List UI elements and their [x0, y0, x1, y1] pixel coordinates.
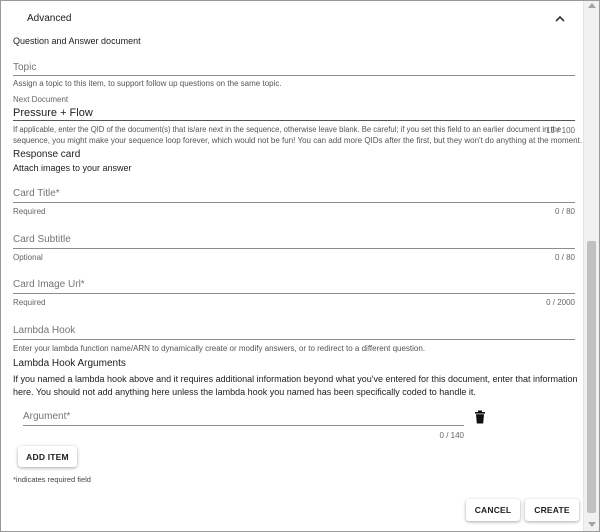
lambda-args-desc-line2: here. You should not add anything here u… — [13, 387, 476, 397]
lambda-hook-input[interactable]: Lambda Hook — [13, 322, 575, 342]
lambda-args-description: If you named a lambda hook above and it … — [13, 373, 578, 399]
card-title-input[interactable]: Card Title* — [13, 185, 575, 205]
topic-input[interactable]: Topic — [13, 59, 575, 77]
card-image-url-counter: 0 / 2000 — [546, 298, 575, 307]
required-note: *indicates required field — [13, 475, 91, 484]
card-title-label: Card Title* — [13, 188, 60, 199]
lambda-args-desc-line1: If you named a lambda hook above and it … — [13, 374, 578, 384]
card-title-counter: 0 / 80 — [554, 207, 575, 216]
next-document-helper-line1: If applicable, enter the QID of the docu… — [13, 125, 562, 134]
topic-helper: Assign a topic to this item, to support … — [13, 79, 282, 88]
next-document-value: Pressure + Flow — [13, 107, 93, 119]
card-title-underline — [13, 202, 575, 203]
card-image-url-label: Card Image Url* — [13, 279, 85, 290]
argument-input[interactable]: Argument* — [23, 409, 464, 427]
topic-underline — [13, 75, 575, 76]
next-document-counter: 15 / 100 — [546, 126, 575, 135]
scroll-down-arrow-icon[interactable] — [588, 522, 596, 527]
next-document-label: Next Document — [13, 95, 69, 104]
topic-label: Topic — [13, 62, 37, 73]
add-item-button[interactable]: ADD ITEM — [18, 446, 77, 467]
dialog-frame: Advanced Question and Answer document To… — [0, 0, 600, 532]
card-subtitle-input[interactable]: Card Subtitle — [13, 231, 575, 251]
next-document-helper: If applicable, enter the QID of the docu… — [13, 125, 582, 146]
next-document-input[interactable]: Pressure + Flow — [13, 105, 575, 121]
argument-label: Argument* — [23, 411, 71, 422]
argument-counter: 0 / 140 — [439, 431, 464, 440]
lambda-hook-underline — [13, 339, 575, 340]
chevron-up-icon[interactable] — [553, 14, 567, 24]
card-subtitle-helper: Optional — [13, 253, 43, 262]
card-image-url-underline — [13, 293, 575, 294]
response-card-title: Response card — [13, 149, 81, 160]
card-subtitle-counter: 0 / 80 — [554, 253, 575, 262]
scrollbar-thumb[interactable] — [587, 241, 596, 513]
card-image-url-input[interactable]: Card Image Url* — [13, 276, 575, 296]
card-title-helper: Required — [13, 207, 46, 216]
argument-underline — [23, 425, 464, 426]
card-subtitle-label: Card Subtitle — [13, 234, 71, 245]
card-subtitle-underline — [13, 248, 575, 249]
next-document-underline — [13, 120, 575, 121]
form-content: Advanced Question and Answer document To… — [1, 1, 583, 531]
lambda-args-title: Lambda Hook Arguments — [13, 358, 126, 369]
advanced-label: Advanced — [27, 13, 72, 24]
delete-icon[interactable] — [474, 410, 486, 424]
response-card-subtitle: Attach images to your answer — [13, 163, 132, 173]
card-image-url-helper: Required — [13, 298, 46, 307]
next-document-helper-line2: sequence, you might make your sequence l… — [13, 135, 582, 145]
advanced-section-header[interactable]: Advanced — [13, 9, 573, 29]
scrollbar[interactable] — [583, 1, 599, 531]
scroll-up-arrow-icon[interactable] — [588, 3, 596, 8]
lambda-hook-label: Lambda Hook — [13, 325, 76, 336]
document-type-label: Question and Answer document — [13, 36, 141, 46]
cancel-button[interactable]: CANCEL — [466, 499, 520, 521]
lambda-hook-helper: Enter your lambda function name/ARN to d… — [13, 344, 426, 353]
create-button[interactable]: CREATE — [525, 499, 579, 521]
